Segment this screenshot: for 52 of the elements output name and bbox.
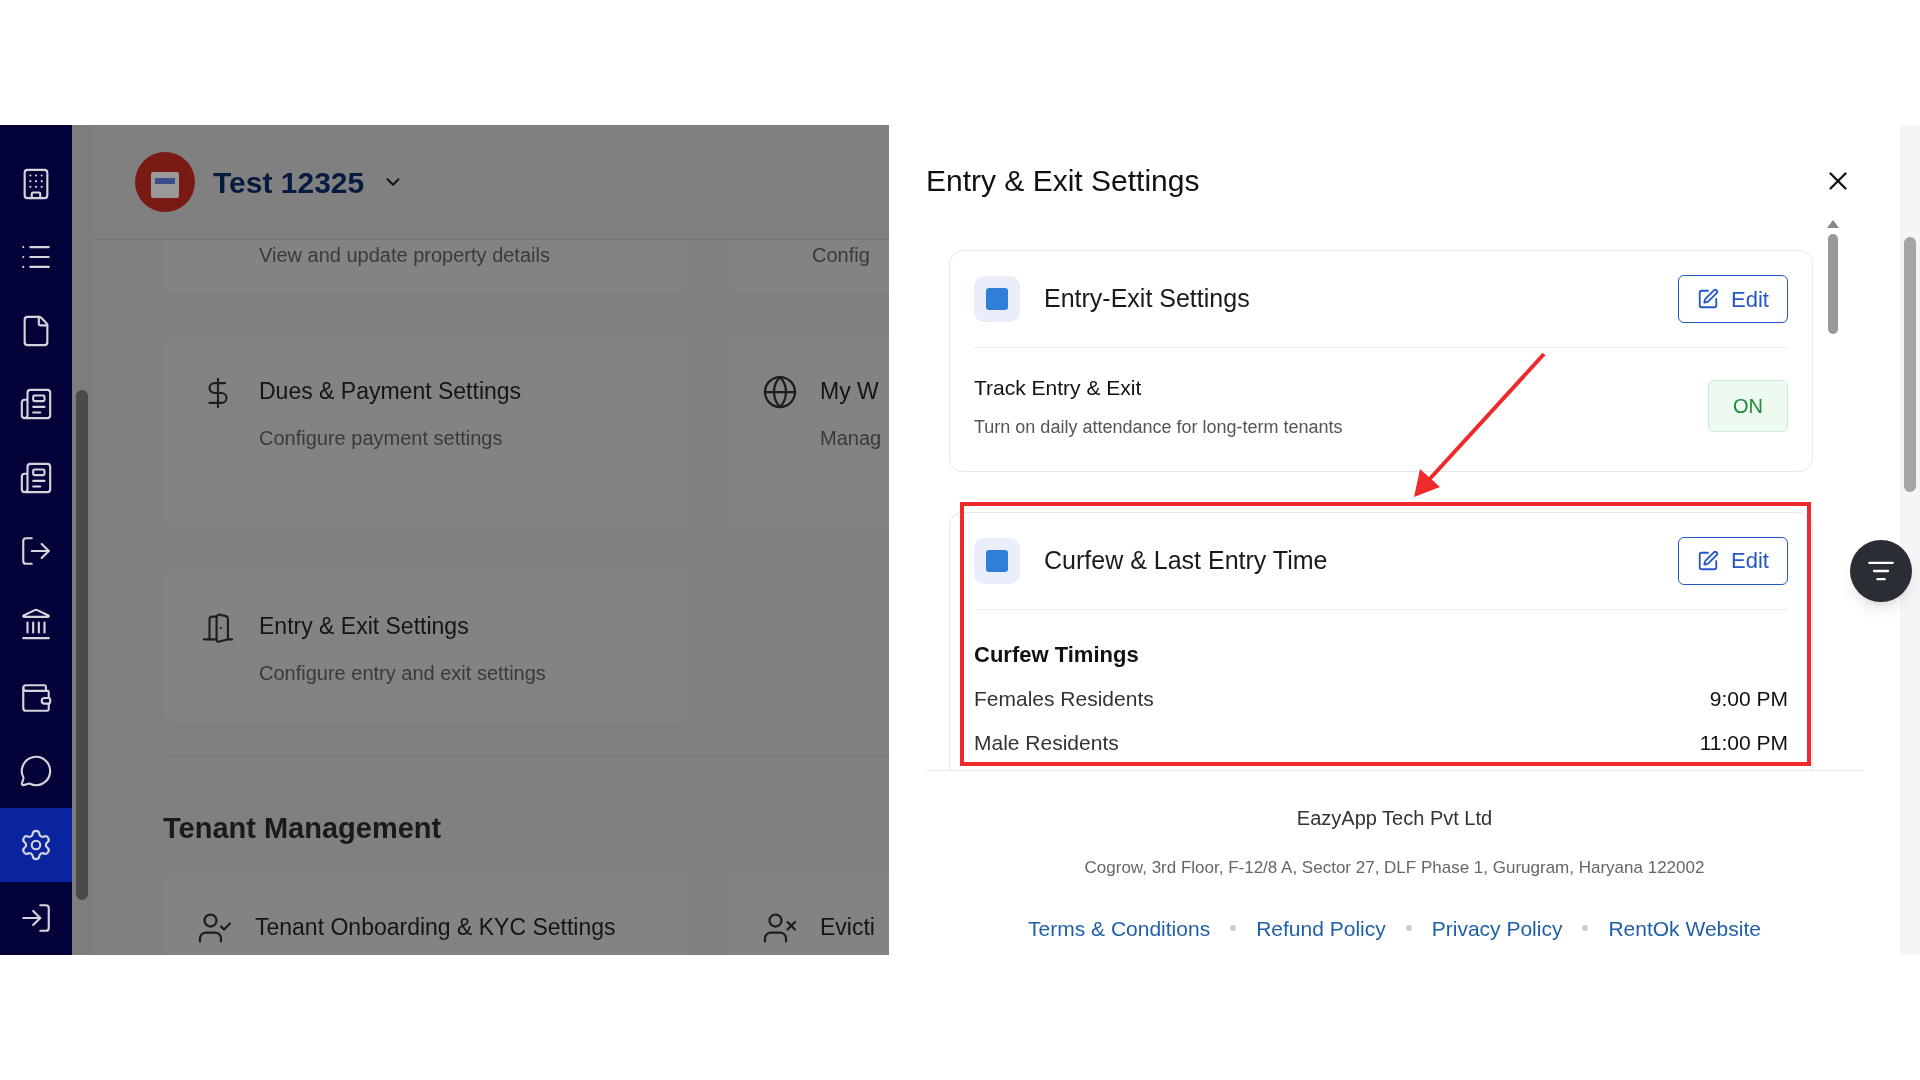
newspaper-icon bbox=[19, 460, 53, 495]
bank-icon bbox=[19, 607, 53, 642]
curfew-time: 11:00 PM bbox=[1699, 729, 1788, 756]
property-name[interactable]: Test 12325 bbox=[213, 159, 365, 205]
edit-button[interactable]: Edit bbox=[1678, 275, 1788, 323]
edit-button[interactable]: Edit bbox=[1678, 536, 1788, 585]
logout-icon bbox=[19, 534, 53, 568]
footer-link[interactable]: Terms & Conditions bbox=[1028, 912, 1211, 944]
floating-menu-button[interactable] bbox=[1850, 540, 1912, 602]
section-heading: Tenant Management bbox=[163, 812, 442, 844]
card-description: Manag bbox=[820, 425, 882, 451]
edit-icon bbox=[1697, 288, 1720, 310]
door-icon bbox=[201, 611, 235, 645]
section-title: Curfew & Last Entry Time bbox=[1044, 544, 1328, 576]
card-title: Tenant Onboarding & KYC Settings bbox=[255, 912, 616, 942]
scrollbar-thumb[interactable] bbox=[1828, 234, 1838, 334]
sidebar-item[interactable] bbox=[0, 808, 72, 882]
section-icon bbox=[974, 537, 1020, 584]
scrollbar[interactable] bbox=[72, 125, 92, 955]
edit-icon bbox=[1697, 549, 1720, 572]
section-title: Entry-Exit Settings bbox=[1044, 283, 1250, 315]
subheading: Curfew Timings bbox=[974, 641, 1139, 667]
globe-icon bbox=[762, 374, 798, 410]
company-name: EazyApp Tech Pvt Ltd bbox=[1296, 806, 1493, 831]
footer-link[interactable]: RentOk Website bbox=[1608, 912, 1761, 944]
newspaper-icon bbox=[19, 387, 53, 422]
status-toggle[interactable]: ON bbox=[1708, 380, 1788, 433]
avatar-icon bbox=[135, 152, 195, 212]
scrollbar-thumb[interactable] bbox=[1904, 237, 1916, 492]
scroll-up-icon[interactable] bbox=[1827, 220, 1839, 228]
resident-label: Females Residents bbox=[974, 685, 1154, 712]
page-scrollbar[interactable] bbox=[1900, 125, 1920, 955]
card-description: Config bbox=[811, 243, 870, 268]
curfew-time: 9:00 PM bbox=[1709, 685, 1788, 712]
setting-label: Track Entry & Exit bbox=[974, 375, 1143, 401]
footer-link[interactable]: Refund Policy bbox=[1256, 912, 1386, 944]
card-title: My W bbox=[820, 377, 880, 406]
scrollbar-thumb[interactable] bbox=[76, 390, 88, 900]
chat-icon bbox=[19, 754, 53, 789]
setting-description: Turn on daily attendance for long-term tenants bbox=[974, 415, 1343, 439]
company-address: Cogrow, 3rd Floor, F-12/8 A, Sector 27, DLF Phase 1, Gurugram, Haryana 122002 bbox=[1084, 857, 1705, 879]
footer-link[interactable]: Privacy Policy bbox=[1431, 912, 1563, 944]
panel-title: Entry & Exit Settings bbox=[926, 163, 1200, 199]
settings-icon bbox=[19, 827, 53, 862]
card-title: Dues & Payment Settings bbox=[259, 377, 522, 406]
card-description: Configure payment settings bbox=[259, 425, 504, 451]
resident-label: Male Residents bbox=[974, 729, 1119, 756]
card-title: Evicti bbox=[820, 912, 875, 942]
section-icon bbox=[974, 276, 1020, 322]
card-description: View and update property details bbox=[258, 243, 550, 268]
card-title: Entry & Exit Settings bbox=[259, 612, 470, 641]
card-description: Configure entry and exit settings bbox=[259, 660, 546, 686]
